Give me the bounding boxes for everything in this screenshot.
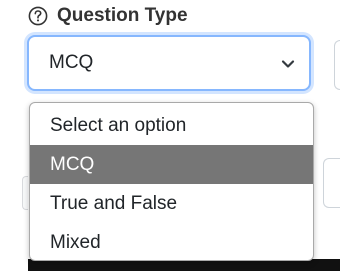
option-mcq[interactable]: MCQ bbox=[30, 145, 313, 184]
question-type-label-row: Question Type bbox=[28, 3, 188, 29]
question-type-select[interactable]: MCQ bbox=[27, 35, 311, 91]
option-mixed[interactable]: Mixed bbox=[30, 223, 313, 260]
adjacent-field-edge bbox=[323, 158, 340, 208]
chevron-down-icon bbox=[281, 57, 295, 69]
question-type-options-list: Select an option MCQ True and False Mixe… bbox=[29, 102, 314, 261]
option-select-an-option[interactable]: Select an option bbox=[30, 106, 313, 145]
background-field-edge bbox=[22, 176, 28, 210]
question-type-label: Question Type bbox=[57, 5, 188, 26]
select-current-value: MCQ bbox=[49, 52, 94, 73]
question-circle-icon[interactable] bbox=[28, 6, 48, 26]
adjacent-field-edge bbox=[334, 40, 340, 90]
option-true-and-false[interactable]: True and False bbox=[30, 184, 313, 223]
